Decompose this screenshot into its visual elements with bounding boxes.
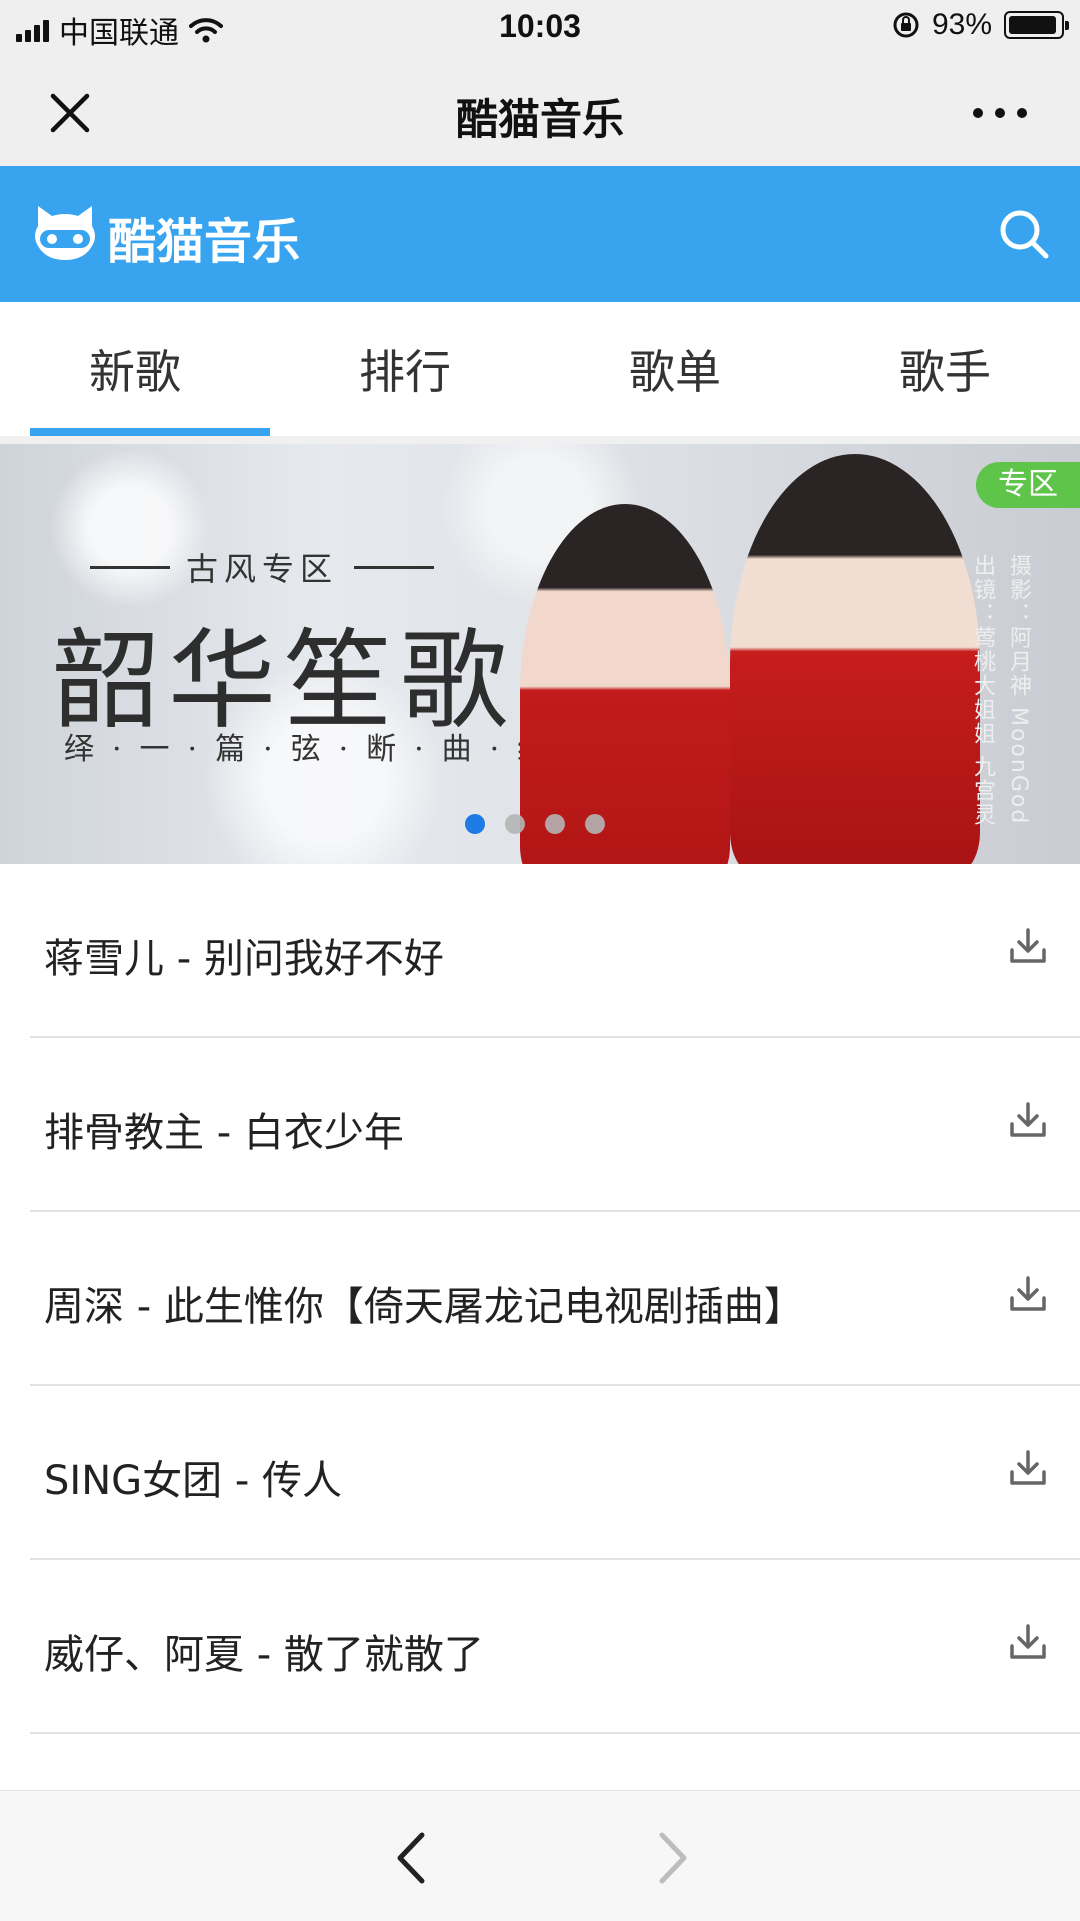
download-icon[interactable]	[1008, 1100, 1048, 1140]
banner-credit-model: 出镜：莺桃大姐姐 九宫灵	[970, 554, 995, 827]
app-name: 酷猫音乐	[108, 214, 301, 270]
song-row[interactable]: 排骨教主 - 白衣少年	[30, 1038, 1080, 1212]
more-icon	[973, 108, 1027, 118]
banner-dot[interactable]	[465, 814, 485, 834]
song-title: 排骨教主 - 白衣少年	[44, 1110, 404, 1156]
tab-new-songs[interactable]: 新歌	[0, 302, 270, 436]
song-title: 周深 - 此生惟你【倚天屠龙记电视剧插曲】	[44, 1284, 804, 1330]
download-icon[interactable]	[1008, 1622, 1048, 1662]
banner-dot[interactable]	[585, 814, 605, 834]
more-button[interactable]	[960, 86, 1040, 140]
banner-tag: 专区	[976, 462, 1080, 508]
back-button[interactable]	[392, 1831, 432, 1885]
banner-dot[interactable]	[505, 814, 525, 834]
back-arrow-icon	[397, 1832, 425, 1884]
category-tabs: 新歌 排行 歌单 歌手	[0, 302, 1080, 436]
cat-logo-icon[interactable]	[32, 202, 98, 262]
tab-playlists[interactable]: 歌单	[540, 302, 810, 436]
song-row[interactable]: 蒋雪儿 - 别问我好不好	[30, 864, 1080, 1038]
status-right: 93%	[892, 8, 1069, 42]
battery-fill	[1009, 16, 1056, 34]
banner-figure-left	[520, 504, 730, 864]
search-button[interactable]	[996, 206, 1052, 262]
banner-dot[interactable]	[545, 814, 565, 834]
banner-subtitle: 古风专区	[90, 544, 435, 590]
forward-button[interactable]	[652, 1831, 692, 1885]
page-title: 酷猫音乐	[455, 95, 624, 144]
app-header: 酷猫音乐	[0, 166, 1080, 302]
banner-figure-right	[730, 454, 980, 864]
battery-percent: 93%	[931, 8, 992, 41]
song-title: 蒋雪儿 - 别问我好不好	[44, 936, 444, 982]
song-row[interactable]: 周深 - 此生惟你【倚天屠龙记电视剧插曲】	[30, 1212, 1080, 1386]
promo-banner[interactable]: 古风专区 韶华笙歌 绎·一·篇·弦·断·曲·终 专区 摄影：阿月神 MoonGo…	[0, 444, 1080, 864]
download-icon[interactable]	[1008, 1448, 1048, 1488]
download-icon[interactable]	[1008, 926, 1048, 966]
download-icon[interactable]	[1008, 1274, 1048, 1314]
rotation-lock-icon	[893, 12, 919, 38]
song-title: 威仔、阿夏 - 散了就散了	[44, 1632, 484, 1678]
tab-singers[interactable]: 歌手	[810, 302, 1080, 436]
forward-arrow-icon	[659, 1832, 687, 1884]
song-row[interactable]: 威仔、阿夏 - 散了就散了	[30, 1560, 1080, 1734]
search-icon	[1000, 210, 1049, 259]
banner-credit-photo: 摄影：阿月神 MoonGod	[1006, 554, 1031, 826]
banner-pagination	[465, 814, 605, 834]
song-list: 蒋雪儿 - 别问我好不好 排骨教主 - 白衣少年周深 - 此生惟你【倚天屠龙记电视…	[0, 864, 1080, 1734]
tab-ranking[interactable]: 排行	[270, 302, 540, 436]
status-bar: 中国联通 10:03 93%	[0, 0, 1080, 56]
banner-tagline: 绎·一·篇·弦·断·曲·终	[64, 732, 566, 767]
song-row[interactable]: SING女团 - 传人	[30, 1386, 1080, 1560]
song-title: SING女团 - 传人	[44, 1458, 342, 1504]
title-bar: 酷猫音乐	[0, 56, 1080, 166]
banner-subtitle-text: 古风专区	[186, 550, 339, 588]
tabs-divider	[0, 436, 1080, 444]
battery-icon	[1004, 11, 1069, 39]
bottom-nav	[0, 1790, 1080, 1921]
